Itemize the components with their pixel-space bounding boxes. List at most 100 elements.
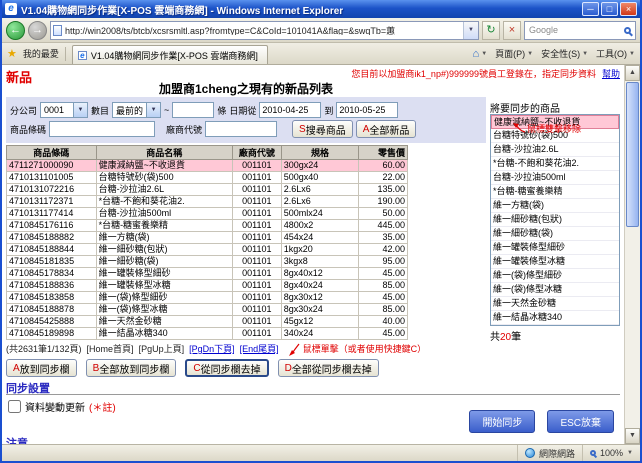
table-cell: 台糖特號砂(袋)500 — [95, 171, 233, 184]
sync-list-item[interactable]: 維一結晶冰糖340 — [491, 311, 619, 325]
home-page-link[interactable]: [Home首頁] — [87, 342, 134, 355]
sync-list-item[interactable]: 維一罐裝條型細砂 — [491, 241, 619, 255]
minimize-button[interactable]: ─ — [582, 2, 599, 16]
sync-list-item[interactable]: 維一天然金砂糖 — [491, 297, 619, 311]
address-input[interactable] — [65, 25, 463, 35]
table-row[interactable]: 4710845176116 *台糖-糖蜜養樂精 001101 4800x2 445.00 — [6, 219, 408, 232]
table-row[interactable]: 4710845188882 維一方糖(袋) 001101 454x24 35.00 — [6, 231, 408, 244]
sync-list-item[interactable]: *台糖-糖蜜養樂精 — [491, 185, 619, 199]
vendor-input[interactable] — [205, 121, 278, 137]
back-button[interactable]: ← — [6, 20, 25, 40]
button-label: 全部放到同步欄 — [99, 364, 170, 376]
sync-list-item[interactable]: *台糖-不飽和葵花油2. — [491, 157, 619, 171]
maximize-button[interactable]: □ — [601, 2, 618, 16]
table-row[interactable]: 4710131172371 *台糖-不飽和葵花油2. 001101 2.6Lx6 190… — [6, 195, 408, 208]
refresh-button[interactable]: ↻ — [482, 20, 500, 40]
zoom-control[interactable]: 100% ▼ — [583, 445, 640, 461]
count-value: 20 — [500, 332, 512, 343]
search-icon[interactable] — [624, 26, 631, 34]
count-mode-select[interactable]: 最前的 ▼ — [112, 102, 162, 118]
tools-menu[interactable]: 工具(O) ▼ — [596, 47, 635, 60]
address-dropdown-icon[interactable]: ▼ — [463, 21, 478, 39]
action-button-d[interactable]: D 全部從同步欄去掉 — [277, 359, 379, 377]
action-button-a[interactable]: A 放到同步欄 — [6, 359, 77, 377]
product-table: 商品條碼 商品名稱 廠商代號 規格 零售價 4711271000090 健康減納鹽… — [6, 145, 408, 340]
stop-button[interactable]: × — [503, 20, 521, 40]
sync-list-item[interactable]: 維一方糖(袋) — [491, 199, 619, 213]
vertical-scrollbar[interactable]: ▲ ▼ — [624, 65, 640, 444]
hotkey-letter: A — [362, 123, 370, 135]
pgdn-page-link[interactable]: [PgDn下頁] — [189, 342, 235, 355]
table-row[interactable]: 4710131072216 台糖-沙拉油2.6L 001101 2.6Lx6 135.0… — [6, 183, 408, 196]
table-row[interactable]: 4710845188836 維一罐裝條型冰糖 001101 8gx40x24 85.00 — [6, 279, 408, 292]
sync-list-item[interactable]: 維一細砂糖(包狀) — [491, 213, 619, 227]
search-products-button[interactable]: S 搜尋商品 — [292, 120, 353, 138]
scrollbar-thumb[interactable] — [626, 82, 639, 227]
table-cell: 8gx30x12 — [280, 291, 360, 304]
sync-list-item[interactable]: 維一細砂糖(袋) — [491, 227, 619, 241]
pgup-page-link[interactable]: [PgUp上頁] — [139, 342, 185, 355]
sync-list-item[interactable]: 台糖-沙拉油500ml — [491, 171, 619, 185]
all-new-products-button[interactable]: A 全部新品 — [355, 120, 417, 138]
sync-list: 健康減納鹽~不收退貨 台糖特號砂(袋)500 台糖-沙拉油2.6L *台糖-不飽和葵花… — [490, 114, 620, 326]
table-cell: 001101 — [231, 291, 282, 304]
page-tab[interactable]: e V1.04購物網同步作業[X-POS 雲端商務網] — [71, 45, 268, 64]
zoom-icon — [590, 450, 597, 456]
chevron-down-icon: ▼ — [527, 50, 534, 57]
favorites-label[interactable]: 我的最愛 — [23, 47, 59, 60]
status-message-area — [2, 445, 518, 461]
table-row[interactable]: 4710845188844 維一細砂糖(包狀) 001101 1kgx20 42.00 — [6, 243, 408, 256]
table-cell: 4711271000090 — [6, 159, 97, 172]
count-input[interactable] — [172, 102, 215, 118]
table-cell: 001101 — [231, 207, 282, 220]
table-cell: 445.00 — [358, 219, 408, 232]
sync-count: 共20筆 — [490, 328, 620, 343]
safety-menu[interactable]: 安全性(S) ▼ — [541, 47, 588, 60]
table-row[interactable]: 4711271000090 健康減納鹽~不收退貨 001101 300gx24 60.0… — [6, 159, 408, 172]
table-row[interactable]: 4710131101005 台糖特號砂(袋)500 001101 500gx40 22.… — [6, 171, 408, 184]
branch-select[interactable]: 0001 ▼ — [40, 102, 89, 118]
table-cell: 台糖-沙拉油500ml — [95, 207, 233, 220]
chevron-down-icon: ▼ — [629, 50, 635, 57]
table-row[interactable]: 4710845188878 維一(袋)條型冰糖 001101 8gx30x24 85.0… — [6, 303, 408, 316]
sync-list-item[interactable]: 維一(袋)條型冰糖 — [491, 283, 619, 297]
data-update-checkbox[interactable] — [8, 400, 21, 413]
help-link[interactable]: 幫助 — [602, 67, 620, 80]
table-row[interactable]: 4710845178834 維一罐裝條型細砂 001101 8gx40x12 45.00 — [6, 267, 408, 280]
notes-title: 注意 — [6, 438, 28, 444]
table-cell: 40.00 — [358, 315, 408, 328]
close-button[interactable]: × — [620, 2, 637, 16]
table-row[interactable]: 4710845425888 維一天然金砂糖 001101 45gx12 40.00 — [6, 315, 408, 328]
action-button-c[interactable]: C 從同步欄去掉 — [185, 359, 269, 377]
scroll-down-icon[interactable]: ▼ — [625, 428, 640, 444]
home-button[interactable]: ⌂ ▼ — [473, 48, 488, 60]
action-button-b[interactable]: B 全部放到同步欄 — [85, 359, 177, 377]
favorites-star-icon[interactable]: ★ — [7, 47, 17, 60]
page-menu[interactable]: 頁面(P) ▼ — [495, 47, 533, 60]
chevron-down-icon: ▼ — [481, 50, 488, 57]
favorites-bar: ★ 我的最愛 e V1.04購物網同步作業[X-POS 雲端商務網] ⌂ ▼ 頁面… — [2, 43, 640, 65]
search-box[interactable]: Google — [524, 20, 636, 40]
sync-list-item[interactable]: 台糖-沙拉油2.6L — [491, 143, 619, 157]
table-row[interactable]: 4710845181835 維一細砂糖(袋) 001101 3kgx8 95.00 — [6, 255, 408, 268]
table-cell: 135.00 — [358, 183, 408, 196]
date-to-input[interactable] — [336, 102, 399, 118]
esc-cancel-button[interactable]: ESC放棄 — [547, 410, 614, 433]
sync-list-item[interactable]: 維一罐裝條型冰糖 — [491, 255, 619, 269]
sync-list-item[interactable]: 維一(袋)條型細砂 — [491, 269, 619, 283]
end-page-link[interactable]: [End尾頁] — [240, 342, 279, 355]
forward-button[interactable]: → — [28, 20, 47, 40]
table-row[interactable]: 4710845189898 維一結晶冰糖340 001101 340x24 45.00 — [6, 327, 408, 340]
date-from-input[interactable] — [259, 102, 322, 118]
table-row[interactable]: 4710131177414 台糖-沙拉油500ml 001101 500mlx24 50… — [6, 207, 408, 220]
count-suffix: 筆 — [511, 332, 522, 343]
data-update-option[interactable]: 資料變動更新 (＊註) — [8, 399, 116, 414]
table-cell: 001101 — [231, 327, 282, 340]
scroll-up-icon[interactable]: ▲ — [625, 65, 640, 81]
table-cell: 維一罐裝條型細砂 — [95, 267, 233, 280]
barcode-input[interactable] — [49, 121, 156, 137]
table-row[interactable]: 4710845183858 維一(袋)條型細砂 001101 8gx30x12 45.0… — [6, 291, 408, 304]
scrollbar-track[interactable] — [625, 228, 640, 428]
table-cell: 4710845188882 — [6, 231, 97, 244]
start-sync-button[interactable]: 開始同步 — [469, 410, 536, 433]
